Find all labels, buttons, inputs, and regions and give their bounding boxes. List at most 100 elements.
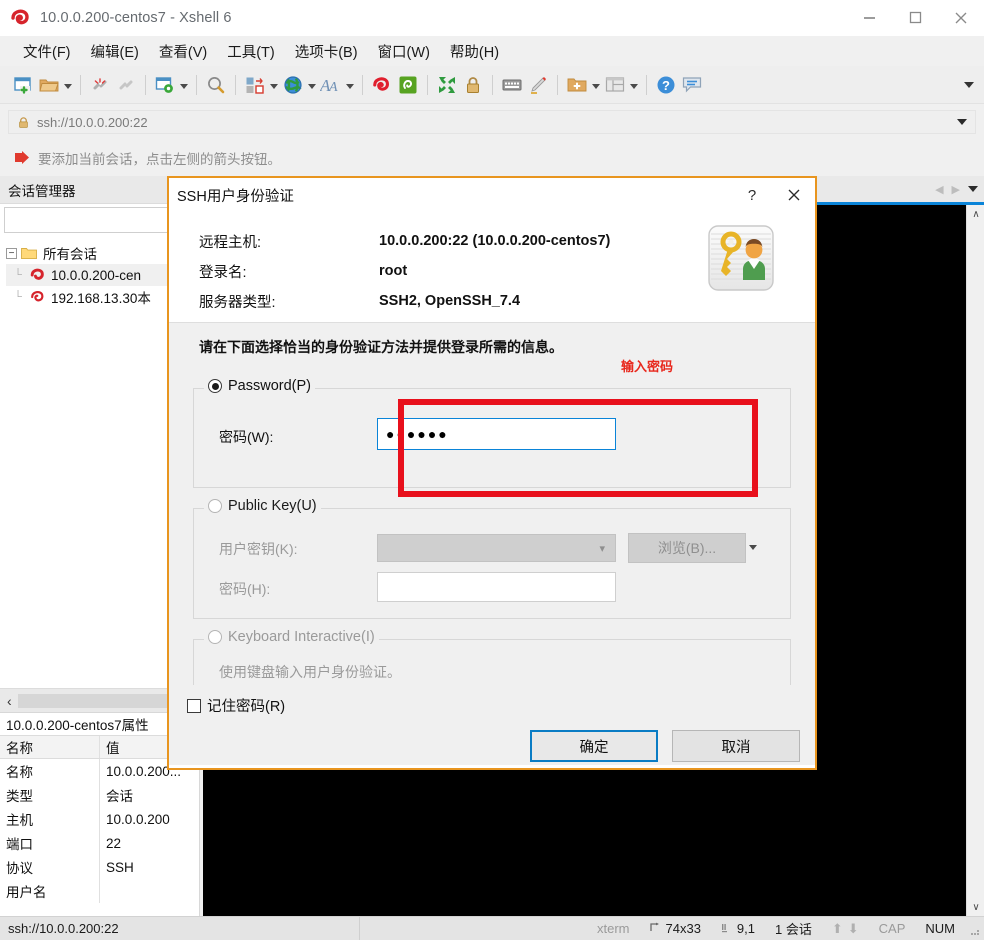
transfer-file-dropdown-icon[interactable] bbox=[268, 72, 280, 98]
folder-icon bbox=[21, 247, 37, 260]
table-row[interactable]: 主机 10.0.0.200 bbox=[0, 807, 199, 831]
find-icon[interactable] bbox=[203, 72, 229, 98]
tab-next-icon[interactable]: ▶ bbox=[952, 183, 960, 196]
property-value: 10.0.0.200 bbox=[106, 811, 170, 827]
xshell-session-icon bbox=[30, 267, 46, 283]
browse-button-label: 浏览(B)... bbox=[657, 540, 717, 556]
font-icon[interactable]: A A bbox=[318, 72, 344, 98]
password-radio-label: Password(P) bbox=[228, 378, 311, 394]
userkey-select[interactable]: ▾ bbox=[377, 534, 616, 562]
menu-edit[interactable]: 编辑(E) bbox=[82, 38, 148, 65]
publickey-radio-row[interactable]: Public Key(U) bbox=[204, 498, 321, 514]
fullscreen-icon[interactable] bbox=[434, 72, 460, 98]
maximize-button[interactable] bbox=[892, 0, 938, 36]
menubar: 文件(F) 编辑(E) 查看(V) 工具(T) 选项卡(B) 窗口(W) 帮助(… bbox=[0, 36, 984, 66]
status-cursor-value: 9,1 bbox=[736, 921, 755, 936]
ok-button[interactable]: 确定 bbox=[530, 730, 658, 762]
table-row[interactable]: 端口 22 bbox=[0, 831, 199, 855]
open-folder-dropdown-icon[interactable] bbox=[62, 72, 74, 98]
remember-password-label: 记住密码(R) bbox=[207, 699, 286, 715]
browse-button[interactable]: 浏览(B)... bbox=[628, 533, 746, 563]
expander-icon[interactable]: − bbox=[6, 247, 17, 259]
add-folder-icon[interactable] bbox=[564, 72, 590, 98]
cancel-button[interactable]: 取消 bbox=[672, 730, 800, 762]
tree-root-label: 所有会话 bbox=[43, 247, 97, 262]
dialog-help-button[interactable]: ? bbox=[731, 179, 773, 211]
passphrase-input[interactable] bbox=[377, 572, 616, 602]
password-field-label: 密码(W): bbox=[219, 429, 274, 445]
tab-prev-icon[interactable]: ◀ bbox=[935, 183, 943, 196]
property-value: SSH bbox=[106, 859, 134, 875]
chevron-left-icon[interactable]: ‹ bbox=[7, 693, 12, 709]
password-group: Password(P) 密码(W): ●●●●●● bbox=[193, 378, 791, 488]
dialog-footer: 记住密码(R) 确定 取消 bbox=[169, 685, 815, 765]
transfer-file-icon[interactable] bbox=[242, 72, 268, 98]
password-radio[interactable] bbox=[208, 379, 222, 393]
session-properties-icon[interactable] bbox=[152, 72, 178, 98]
menu-view[interactable]: 查看(V) bbox=[150, 38, 216, 65]
lock-icon[interactable] bbox=[460, 72, 486, 98]
new-session-icon[interactable] bbox=[10, 72, 36, 98]
status-terminal-type: xterm bbox=[597, 921, 630, 936]
xshell-icon[interactable] bbox=[369, 72, 395, 98]
xshell-window: 10.0.0.200-centos7 - Xshell 6 文件(F) 编辑(E… bbox=[0, 0, 984, 940]
minimize-button[interactable] bbox=[846, 0, 892, 36]
property-name: 主机 bbox=[0, 807, 100, 831]
scroll-up-icon[interactable]: ∧ bbox=[967, 205, 984, 223]
font-dropdown-icon[interactable] bbox=[344, 72, 356, 98]
remember-password-checkbox[interactable] bbox=[187, 698, 201, 713]
info-value: 10.0.0.200:22 (10.0.0.200-centos7) bbox=[379, 233, 611, 249]
password-radio-row[interactable]: Password(P) bbox=[204, 378, 315, 394]
open-folder-icon[interactable] bbox=[36, 72, 62, 98]
scroll-down-icon[interactable]: ∨ bbox=[967, 898, 984, 916]
status-bar: ssh://10.0.0.200:22 xterm 74x33 9,1 1 会话… bbox=[0, 916, 984, 940]
toolbar-overflow-button[interactable] bbox=[962, 72, 976, 98]
layout-icon[interactable] bbox=[602, 72, 628, 98]
annotation-enter-password: 输入密码 bbox=[621, 359, 674, 374]
menu-window[interactable]: 窗口(W) bbox=[369, 38, 439, 65]
publickey-radio[interactable] bbox=[208, 499, 222, 513]
table-row[interactable]: 协议 SSH bbox=[0, 855, 199, 879]
publickey-group: Public Key(U) 用户密钥(K): ▾ 浏览(B)... 密码(H): bbox=[193, 498, 791, 619]
publickey-radio-label: Public Key(U) bbox=[228, 498, 317, 514]
info-label: 远程主机: bbox=[199, 234, 262, 251]
reconnect-icon[interactable] bbox=[113, 72, 139, 98]
close-button[interactable] bbox=[938, 0, 984, 36]
menu-help[interactable]: 帮助(H) bbox=[441, 38, 508, 65]
help-icon[interactable]: ? bbox=[653, 72, 679, 98]
globe-dropdown-icon[interactable] bbox=[306, 72, 318, 98]
keyboard-radio-row[interactable]: Keyboard Interactive(I) bbox=[204, 629, 379, 645]
dialog-connection-info: 远程主机: 10.0.0.200:22 (10.0.0.200-centos7)… bbox=[169, 212, 815, 322]
dialog-close-button[interactable] bbox=[773, 179, 815, 211]
layout-dropdown-icon[interactable] bbox=[628, 72, 640, 98]
tree-branch-icon: └ bbox=[14, 269, 22, 281]
disconnect-icon[interactable] bbox=[87, 72, 113, 98]
table-row[interactable]: 类型 会话 bbox=[0, 783, 199, 807]
property-value: 22 bbox=[106, 835, 122, 851]
address-dropdown-button[interactable] bbox=[957, 119, 967, 125]
add-folder-dropdown-icon[interactable] bbox=[590, 72, 602, 98]
property-name: 端口 bbox=[0, 831, 100, 855]
xftp-icon[interactable] bbox=[395, 72, 421, 98]
resize-grip-icon[interactable] bbox=[965, 921, 981, 937]
keyboard-description: 使用键盘输入用户身份验证。 bbox=[219, 664, 401, 680]
key-user-icon bbox=[707, 224, 775, 292]
address-bar[interactable]: ssh://10.0.0.200:22 bbox=[8, 110, 976, 134]
property-name: 类型 bbox=[0, 783, 100, 807]
password-input[interactable]: ●●●●●● bbox=[377, 418, 616, 450]
tab-list-dropdown-icon[interactable] bbox=[968, 186, 978, 192]
table-row[interactable]: 用户名 bbox=[0, 879, 199, 903]
menu-tools[interactable]: 工具(T) bbox=[218, 38, 284, 65]
terminal-scrollbar[interactable]: ∧ ∨ bbox=[966, 205, 984, 916]
highlight-icon[interactable] bbox=[525, 72, 551, 98]
menu-tabs[interactable]: 选项卡(B) bbox=[286, 38, 367, 65]
remember-password-row[interactable]: 记住密码(R) bbox=[187, 695, 285, 716]
session-properties-dropdown-icon[interactable] bbox=[178, 72, 190, 98]
comment-icon[interactable] bbox=[679, 72, 705, 98]
download-arrow-icon: ⬇ bbox=[847, 920, 859, 936]
keyboard-icon[interactable] bbox=[499, 72, 525, 98]
globe-icon[interactable] bbox=[280, 72, 306, 98]
menu-file[interactable]: 文件(F) bbox=[14, 38, 80, 65]
browse-dropdown-icon[interactable] bbox=[749, 545, 757, 550]
keyboard-radio[interactable] bbox=[208, 630, 222, 644]
